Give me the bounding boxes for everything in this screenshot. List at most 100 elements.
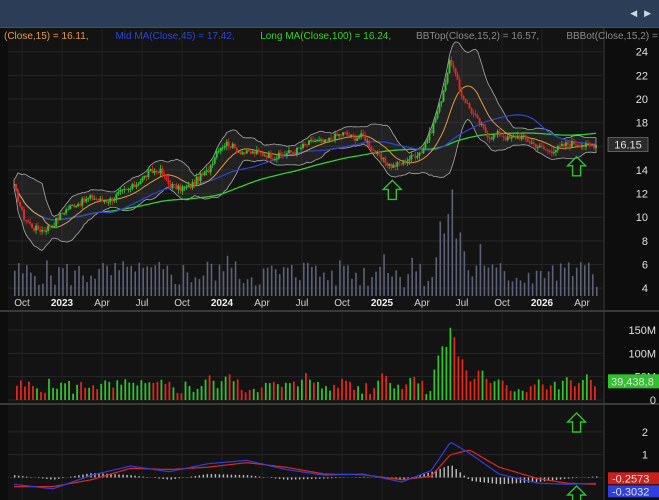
macd-histogram-bar xyxy=(238,474,241,478)
stock-chart[interactable]: 4681012141618202224Oct2023AprJulOct2024A… xyxy=(0,0,659,500)
candle-up xyxy=(77,203,80,207)
volume-ghost-bar xyxy=(347,265,349,296)
volume-ghost-bar xyxy=(327,280,329,296)
macd-histogram-bar xyxy=(18,475,20,478)
volume-ghost-bar xyxy=(307,262,309,296)
macd-histogram-bar xyxy=(46,477,48,479)
volume-bar xyxy=(220,381,223,400)
volume-bar xyxy=(413,376,416,400)
candle-up xyxy=(211,163,214,166)
volume-bar xyxy=(296,386,299,400)
candle-down xyxy=(253,151,256,154)
volume-ghost-bar xyxy=(359,285,361,296)
volume-ghost-bar xyxy=(591,274,594,296)
candle-down xyxy=(562,143,565,147)
macd-histogram-bar xyxy=(319,477,321,479)
candle-down xyxy=(458,79,461,90)
candle-up xyxy=(360,133,363,138)
candle-down xyxy=(111,198,114,202)
candle-down xyxy=(368,140,371,147)
macd-histogram-bar xyxy=(471,477,473,482)
candle-up xyxy=(480,123,483,125)
volume-ghost-bar xyxy=(130,265,132,296)
candle-down xyxy=(312,140,315,143)
volume-bar xyxy=(112,387,115,400)
candle-up xyxy=(366,140,369,142)
panel-background-0 xyxy=(8,28,604,310)
macd-histogram-bar xyxy=(563,477,566,479)
volume-bar xyxy=(445,346,448,400)
candle-up xyxy=(251,151,254,154)
time-tick-label: 2026 xyxy=(531,298,554,309)
last-volume-label: 39,438,8 xyxy=(611,376,654,388)
candle-down xyxy=(289,150,292,153)
candle-up xyxy=(81,198,84,206)
candle-up xyxy=(75,206,78,208)
candle-up xyxy=(356,138,359,141)
time-tick-label: Apr xyxy=(414,298,430,309)
volume-ghost-bar xyxy=(26,265,28,296)
macd-histogram-bar xyxy=(459,472,461,478)
volume-bar xyxy=(28,381,30,400)
macd-histogram-bar xyxy=(323,477,325,479)
candle-down xyxy=(281,154,284,156)
volume-bar xyxy=(381,373,384,400)
price-tick-label: 10 xyxy=(636,212,648,224)
volume-bar xyxy=(184,381,187,400)
macd-histogram-bar xyxy=(138,476,140,478)
candle-down xyxy=(330,138,333,140)
volume-ghost-bar xyxy=(190,282,193,296)
price-tick-label: 8 xyxy=(642,236,648,248)
candle-down xyxy=(468,103,471,109)
macd-histogram-bar xyxy=(218,474,221,478)
price-tick-label: 22 xyxy=(636,70,648,82)
volume-bar xyxy=(521,390,524,400)
candle-down xyxy=(259,151,262,153)
volume-ghost-bar xyxy=(447,214,450,296)
candle-down xyxy=(101,198,104,202)
macd-histogram-bar xyxy=(363,476,365,478)
candle-up xyxy=(516,135,519,139)
volume-ghost-bar xyxy=(82,275,84,296)
volume-bar xyxy=(369,393,372,400)
macd-histogram-bar xyxy=(222,474,225,478)
candle-down xyxy=(193,181,196,185)
price-tick-label: 18 xyxy=(636,118,648,130)
macd-histogram-bar xyxy=(54,477,56,480)
volume-ghost-bar xyxy=(46,260,48,296)
macd-histogram-bar xyxy=(166,477,168,480)
time-tick-label: Apr xyxy=(254,298,270,309)
candle-down xyxy=(97,199,100,201)
candle-down xyxy=(484,127,487,133)
volume-bar xyxy=(284,382,287,400)
volume-bar xyxy=(84,387,87,400)
volume-ghost-bar xyxy=(451,189,454,296)
volume-ghost-bar xyxy=(118,270,120,296)
volume-bar xyxy=(136,385,139,400)
candle-up xyxy=(406,160,409,164)
volume-bar xyxy=(425,394,428,400)
volume-bar xyxy=(589,379,592,400)
price-tick-label: 4 xyxy=(642,283,648,295)
volume-bar xyxy=(385,375,388,400)
volume-bar xyxy=(537,379,540,400)
candle-down xyxy=(19,202,22,207)
volume-tick-label: 150M xyxy=(628,325,656,337)
macd-histogram-bar xyxy=(463,475,465,478)
candle-up xyxy=(213,157,216,164)
volume-bar xyxy=(437,355,440,400)
candle-down xyxy=(586,143,589,145)
macd-histogram-bar xyxy=(206,474,209,478)
volume-bar xyxy=(212,380,215,400)
candle-down xyxy=(542,147,545,150)
macd-histogram-bar xyxy=(74,475,76,478)
volume-ghost-bar xyxy=(571,275,574,296)
macd-histogram-bar xyxy=(527,477,530,483)
macd-histogram-bar xyxy=(58,477,60,479)
candle-down xyxy=(201,173,204,176)
candle-up xyxy=(115,194,118,199)
volume-ghost-bar xyxy=(106,265,108,296)
time-tick-label: 2025 xyxy=(371,298,394,309)
volume-bar xyxy=(485,378,488,400)
candle-up xyxy=(103,201,106,203)
